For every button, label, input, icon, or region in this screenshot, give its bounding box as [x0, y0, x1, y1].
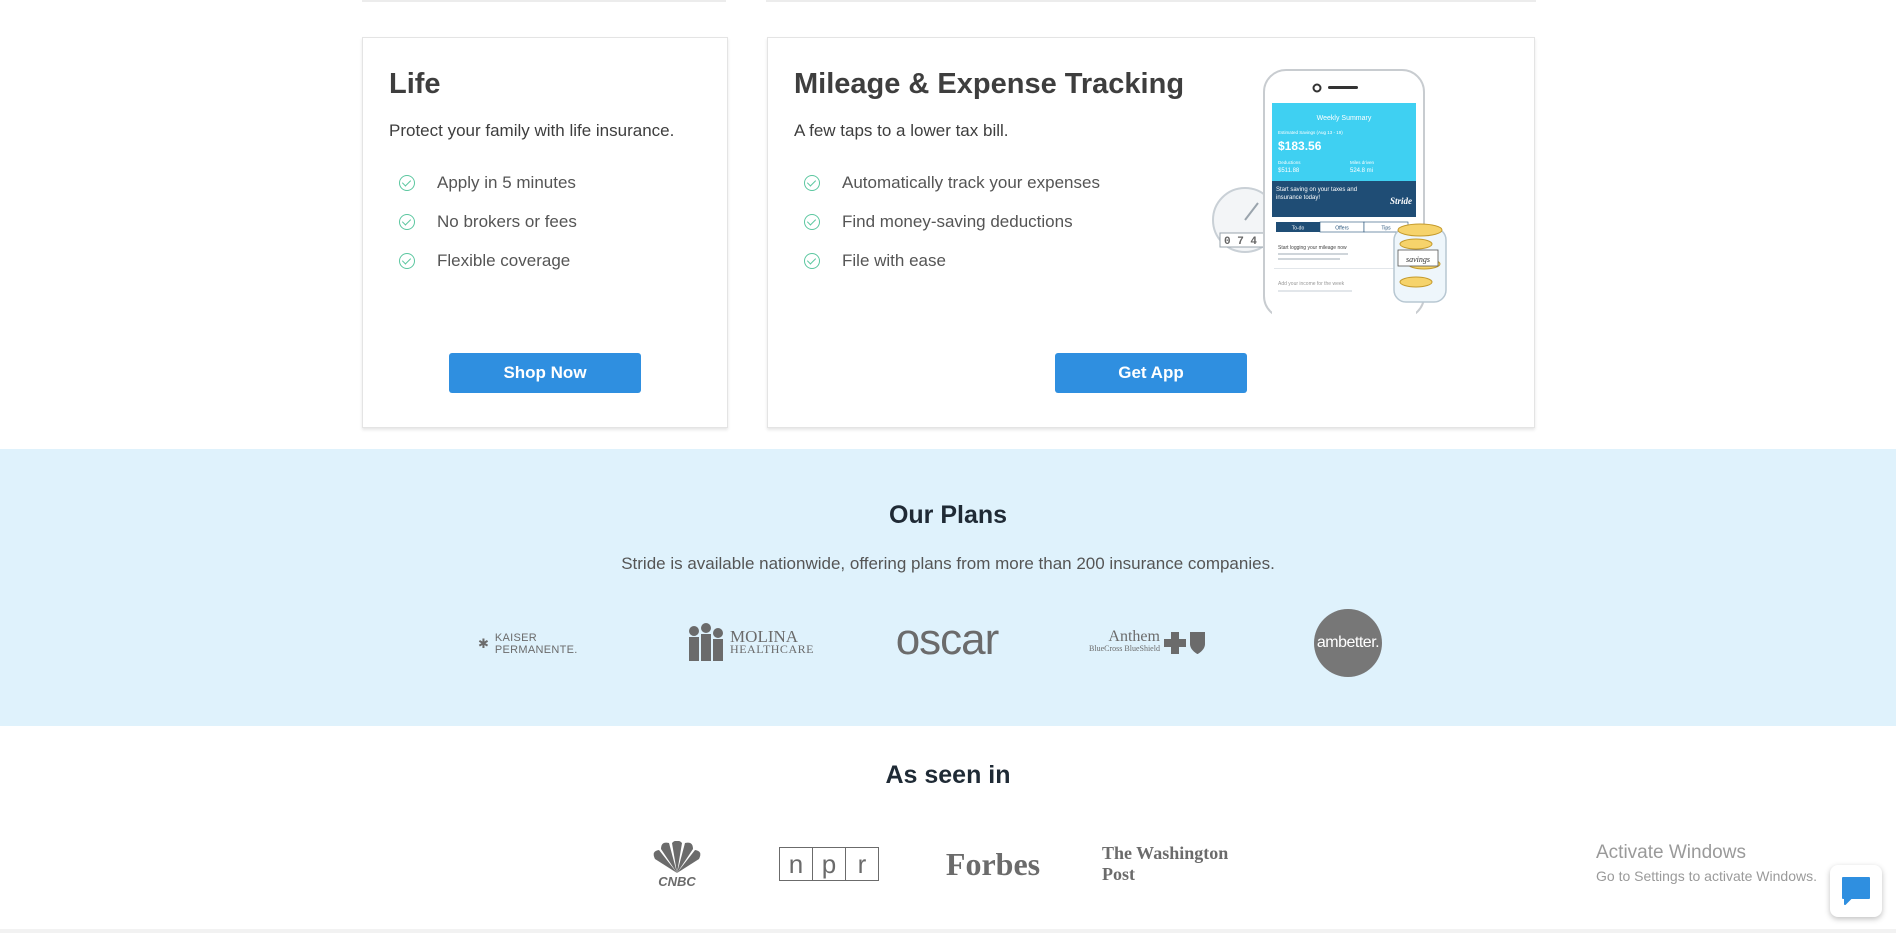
phone-brand: Stride — [1390, 196, 1412, 206]
feature-label: Automatically track your expenses — [842, 172, 1100, 192]
jar-label: savings — [1406, 255, 1430, 264]
anthem-logo-subtext: BlueCross BlueShield — [1089, 644, 1160, 653]
check-circle-icon — [804, 252, 820, 269]
phone-miles-value: 524.8 mi — [1350, 168, 1373, 174]
feature-label: No brokers or fees — [437, 211, 577, 231]
anthem-logo-text: Anthem — [1108, 628, 1160, 645]
phone-item-title: Add your income for the week — [1278, 281, 1345, 287]
cnbc-peacock-icon — [653, 841, 701, 873]
list-item: No brokers or fees — [399, 202, 577, 241]
npr-logo-letter: p — [813, 848, 846, 880]
phone-tab-offers: Offers — [1335, 226, 1349, 232]
cnbc-logo-text: CNBC — [658, 874, 696, 889]
mileage-feature-list: Automatically track your expenses Find m… — [804, 163, 1100, 280]
chat-bubble-icon — [1842, 877, 1870, 905]
page: Life Protect your family with life insur… — [0, 0, 1896, 933]
list-item: Flexible coverage — [399, 241, 577, 280]
life-card-title: Life — [389, 68, 441, 100]
phone-tab-tips: Tips — [1381, 226, 1391, 232]
mileage-card-subtitle: A few taps to a lower tax bill. — [794, 121, 1009, 140]
phone-app-illustration: 0 7 4 5 Weekly Summary Estimated Savings… — [1212, 69, 1447, 318]
check-circle-icon — [399, 174, 415, 191]
check-circle-icon — [399, 252, 415, 269]
savings-jar-icon: savings — [1393, 223, 1447, 303]
as-seen-in-title: As seen in — [885, 761, 1011, 789]
cnbc-logo: CNBC — [646, 840, 708, 890]
life-card-subtitle: Protect your family with life insurance. — [389, 121, 675, 140]
our-plans-title: Our Plans — [888, 501, 1008, 529]
life-feature-list: Apply in 5 minutes No brokers or fees Fl… — [399, 163, 577, 280]
watermark-line-2: Go to Settings to activate Windows. — [1596, 868, 1817, 884]
our-plans-description: Stride is available nationwide, offering… — [621, 554, 1275, 573]
list-item: Apply in 5 minutes — [399, 163, 577, 202]
anthem-logo: Anthem BlueCross BlueShield — [1078, 625, 1218, 661]
previous-card-bottom-edge — [362, 0, 726, 2]
feature-label: File with ease — [842, 250, 946, 270]
check-circle-icon — [804, 213, 820, 230]
washington-post-logo: The Washington Post — [1102, 843, 1229, 884]
phone-banner-text: Start saving on your taxes and insurance… — [1276, 187, 1358, 201]
phone-deductions-value: $511.88 — [1278, 168, 1300, 174]
phone-deductions-label: Deductions — [1278, 160, 1301, 165]
watermark-line-1: Activate Windows — [1596, 842, 1746, 863]
mileage-card-title: Mileage & Expense Tracking — [794, 68, 1185, 100]
phone-savings-label: Estimated Savings (Aug 13 - 19) — [1278, 130, 1343, 135]
check-circle-icon — [804, 174, 820, 191]
list-item: File with ease — [804, 241, 1100, 280]
bluecross-blueshield-icon — [1163, 632, 1205, 654]
chat-widget-button[interactable] — [1830, 865, 1882, 917]
phone-savings-value: $183.56 — [1278, 139, 1322, 153]
shop-now-button[interactable]: Shop Now — [449, 353, 641, 393]
ambetter-logo: ambetter. — [1314, 609, 1382, 677]
previous-card-bottom-edge — [766, 0, 1536, 2]
check-circle-icon — [399, 213, 415, 230]
life-card: Life Protect your family with life insur… — [362, 37, 728, 428]
npr-logo-letter: n — [780, 848, 813, 880]
npr-logo-letter: r — [857, 849, 867, 879]
phone-tab-todo: To-do — [1292, 226, 1305, 232]
as-seen-in-section: As seen in CNBC n p r Forbes The Washing… — [0, 726, 1896, 933]
kaiser-permanente-logo: ✱ KAISER PERMANENTE. — [478, 632, 618, 656]
list-item: Find money-saving deductions — [804, 202, 1100, 241]
footer-divider — [0, 929, 1896, 933]
npr-logo: n p r — [779, 847, 879, 881]
feature-label: Flexible coverage — [437, 250, 571, 270]
molina-logo-subtext: HEALTHCARE — [730, 642, 814, 656]
feature-label: Find money-saving deductions — [842, 211, 1073, 231]
phone-item-title: Start logging your mileage now — [1278, 245, 1347, 251]
phone-screen-title: Weekly Summary — [1317, 115, 1372, 122]
windows-activation-watermark: Activate Windows Go to Settings to activ… — [1596, 842, 1817, 884]
forbes-logo: Forbes — [945, 845, 1041, 882]
get-app-button[interactable]: Get App — [1055, 353, 1247, 393]
list-item: Automatically track your expenses — [804, 163, 1100, 202]
molina-figures-icon — [689, 623, 724, 661]
feature-label: Apply in 5 minutes — [437, 172, 576, 192]
oscar-logo: oscar — [895, 615, 1000, 664]
kaiser-logo-text: KAISER PERMANENTE. — [494, 632, 578, 656]
molina-healthcare-logo: MOLINA HEALTHCARE — [682, 621, 818, 665]
phone-miles-label: Miles driven — [1350, 160, 1375, 165]
our-plans-section: Our Plans Stride is available nationwide… — [0, 449, 1896, 726]
